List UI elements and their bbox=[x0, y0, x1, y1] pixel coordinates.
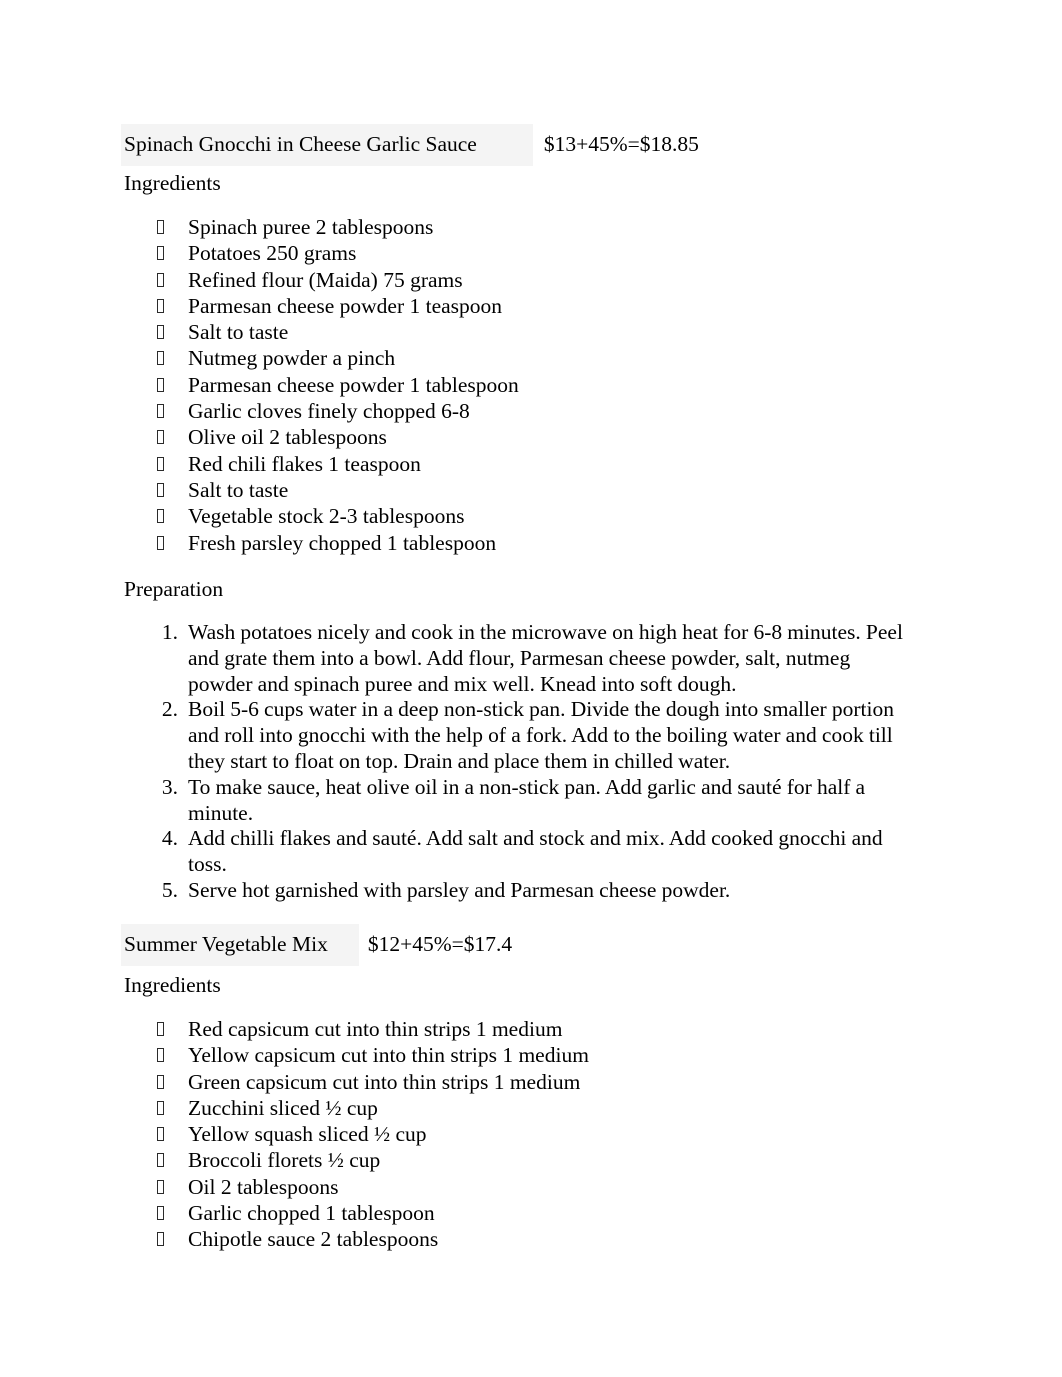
bullet-box-icon bbox=[157, 1048, 164, 1063]
recipe-title-shading-1: Spinach Gnocchi in Cheese Garlic Sauce bbox=[121, 124, 533, 166]
ingredient-text: Garlic cloves finely chopped 6-8 bbox=[188, 399, 470, 424]
ingredients-heading-2: Ingredients bbox=[124, 973, 221, 997]
ingredient-text: Potatoes 250 grams bbox=[188, 241, 357, 266]
title-trailing-space-2 bbox=[328, 930, 359, 958]
ingredients-list-2: Red capsicum cut into thin strips 1 medi… bbox=[124, 1016, 589, 1253]
list-item: Zucchini sliced ½ cup bbox=[124, 1095, 589, 1121]
ingredient-text: Fresh parsley chopped 1 tablespoon bbox=[188, 530, 497, 555]
preparation-list-1: 1. Wash potatoes nicely and cook in the … bbox=[124, 620, 914, 904]
ingredient-text: Garlic chopped 1 tablespoon bbox=[188, 1201, 435, 1226]
bullet-box-icon bbox=[157, 1179, 164, 1194]
bullet-box-icon bbox=[157, 482, 164, 497]
ingredient-text: Red chili flakes 1 teaspoon bbox=[188, 451, 421, 476]
list-item: Vegetable stock 2-3 tablespoons bbox=[124, 503, 519, 529]
ingredient-text: Yellow squash sliced ½ cup bbox=[188, 1122, 427, 1147]
step-number: 4. bbox=[161, 826, 178, 851]
recipe-title-line-1: Spinach Gnocchi in Cheese Garlic Sauce $… bbox=[121, 124, 699, 166]
list-item: Potatoes 250 grams bbox=[124, 240, 519, 266]
bullet-box-icon bbox=[157, 404, 164, 419]
recipe-title-line-2: Summer Vegetable Mix $12+45%=$17.4 bbox=[121, 924, 513, 966]
ingredient-text: Vegetable stock 2-3 tablespoons bbox=[188, 504, 465, 529]
ingredient-text: Red capsicum cut into thin strips 1 medi… bbox=[188, 1017, 563, 1041]
list-item: Yellow capsicum cut into thin strips 1 m… bbox=[124, 1042, 589, 1068]
bullet-box-icon bbox=[157, 246, 164, 261]
recipe-title-2: Summer Vegetable Mix bbox=[124, 932, 328, 956]
bullet-box-icon bbox=[157, 430, 164, 445]
list-item: Green capsicum cut into thin strips 1 me… bbox=[124, 1069, 589, 1095]
list-item: Fresh parsley chopped 1 tablespoon bbox=[124, 530, 519, 556]
bullet-box-icon bbox=[157, 1074, 164, 1089]
ingredient-text: Parmesan cheese powder 1 teaspoon bbox=[188, 293, 503, 318]
ingredient-text: Salt to taste bbox=[188, 320, 289, 345]
bullet-box-icon bbox=[157, 298, 164, 313]
recipe-price-2: $12+45%=$17.4 bbox=[367, 932, 513, 956]
ingredient-text: Yellow capsicum cut into thin strips 1 m… bbox=[188, 1043, 589, 1068]
step-number: 2. bbox=[161, 697, 178, 722]
step-number: 1. bbox=[161, 620, 178, 644]
list-item: Broccoli florets ½ cup bbox=[124, 1147, 589, 1173]
ingredient-text: Refined flour (Maida) 75 grams bbox=[188, 267, 463, 292]
ingredient-text: Salt to taste bbox=[188, 477, 289, 502]
list-item: Oil 2 tablespoons bbox=[124, 1174, 589, 1200]
ingredient-text: Chipotle sauce 2 tablespoons bbox=[188, 1227, 439, 1252]
list-item: Red capsicum cut into thin strips 1 medi… bbox=[124, 1016, 589, 1042]
list-item: Parmesan cheese powder 1 tablespoon bbox=[124, 372, 519, 398]
step-text: Boil 5-6 cups water in a deep non-stick … bbox=[188, 697, 894, 773]
list-item: Red chili flakes 1 teaspoon bbox=[124, 451, 519, 477]
recipe-price-1: $13+45%=$18.85 bbox=[543, 132, 699, 156]
bullet-box-icon bbox=[157, 272, 164, 287]
step-text: Add chilli flakes and sauté. Add salt an… bbox=[188, 826, 883, 877]
ingredient-text: Olive oil 2 tablespoons bbox=[188, 425, 387, 450]
list-item: Spinach puree 2 tablespoons bbox=[124, 214, 519, 240]
ingredients-heading-1: Ingredients bbox=[124, 171, 221, 195]
list-item: Refined flour (Maida) 75 grams bbox=[124, 267, 519, 293]
recipe-title-shading-2: Summer Vegetable Mix bbox=[121, 924, 359, 966]
ingredient-text: Broccoli florets ½ cup bbox=[188, 1148, 381, 1173]
bullet-box-icon bbox=[157, 456, 164, 471]
preparation-step: 1. Wash potatoes nicely and cook in the … bbox=[124, 620, 914, 697]
list-item: Salt to taste bbox=[124, 319, 519, 345]
preparation-step: 2. Boil 5-6 cups water in a deep non-sti… bbox=[124, 697, 914, 774]
bullet-box-icon bbox=[157, 509, 164, 524]
ingredient-text: Green capsicum cut into thin strips 1 me… bbox=[188, 1069, 581, 1094]
bullet-box-icon bbox=[157, 1232, 164, 1247]
list-item: Garlic chopped 1 tablespoon bbox=[124, 1200, 589, 1226]
step-number: 3. bbox=[161, 774, 178, 799]
step-text: To make sauce, heat olive oil in a non-s… bbox=[188, 774, 866, 825]
ingredient-text: Nutmeg powder a pinch bbox=[188, 346, 396, 371]
bullet-box-icon bbox=[157, 325, 164, 340]
bullet-box-icon bbox=[157, 535, 164, 550]
bullet-box-icon bbox=[157, 1022, 164, 1036]
ingredient-text: Oil 2 tablespoons bbox=[188, 1174, 339, 1199]
bullet-box-icon bbox=[157, 1127, 164, 1142]
list-item: Nutmeg powder a pinch bbox=[124, 345, 519, 371]
list-item: Chipotle sauce 2 tablespoons bbox=[124, 1226, 589, 1252]
list-item: Yellow squash sliced ½ cup bbox=[124, 1121, 589, 1147]
title-trailing-space-1 bbox=[477, 130, 533, 158]
bullet-box-icon bbox=[157, 351, 164, 366]
preparation-heading-1: Preparation bbox=[124, 577, 224, 601]
bullet-box-icon bbox=[157, 1100, 164, 1115]
bullet-box-icon bbox=[157, 1206, 164, 1221]
ingredient-text: Parmesan cheese powder 1 tablespoon bbox=[188, 372, 519, 397]
list-item: Olive oil 2 tablespoons bbox=[124, 424, 519, 450]
recipe-title-1: Spinach Gnocchi in Cheese Garlic Sauce bbox=[124, 132, 477, 156]
preparation-step: 4. Add chilli flakes and sauté. Add salt… bbox=[124, 826, 914, 878]
preparation-step: 3. To make sauce, heat olive oil in a no… bbox=[124, 775, 914, 827]
list-item: Parmesan cheese powder 1 teaspoon bbox=[124, 293, 519, 319]
bullet-box-icon bbox=[157, 1153, 164, 1168]
document-page: Spinach Gnocchi in Cheese Garlic Sauce $… bbox=[0, 0, 1062, 1377]
ingredient-text: Zucchini sliced ½ cup bbox=[188, 1095, 378, 1120]
bullet-box-icon bbox=[157, 220, 164, 234]
list-item: Garlic cloves finely chopped 6-8 bbox=[124, 398, 519, 424]
preparation-step: 5. Serve hot garnished with parsley and … bbox=[124, 878, 914, 904]
step-number: 5. bbox=[161, 877, 178, 902]
ingredient-text: Spinach puree 2 tablespoons bbox=[188, 215, 434, 239]
ingredients-list-1: Spinach puree 2 tablespoons Potatoes 250… bbox=[124, 214, 519, 556]
step-text: Wash potatoes nicely and cook in the mic… bbox=[188, 620, 903, 696]
bullet-box-icon bbox=[157, 377, 164, 392]
list-item: Salt to taste bbox=[124, 477, 519, 503]
step-text: Serve hot garnished with parsley and Par… bbox=[188, 877, 731, 902]
